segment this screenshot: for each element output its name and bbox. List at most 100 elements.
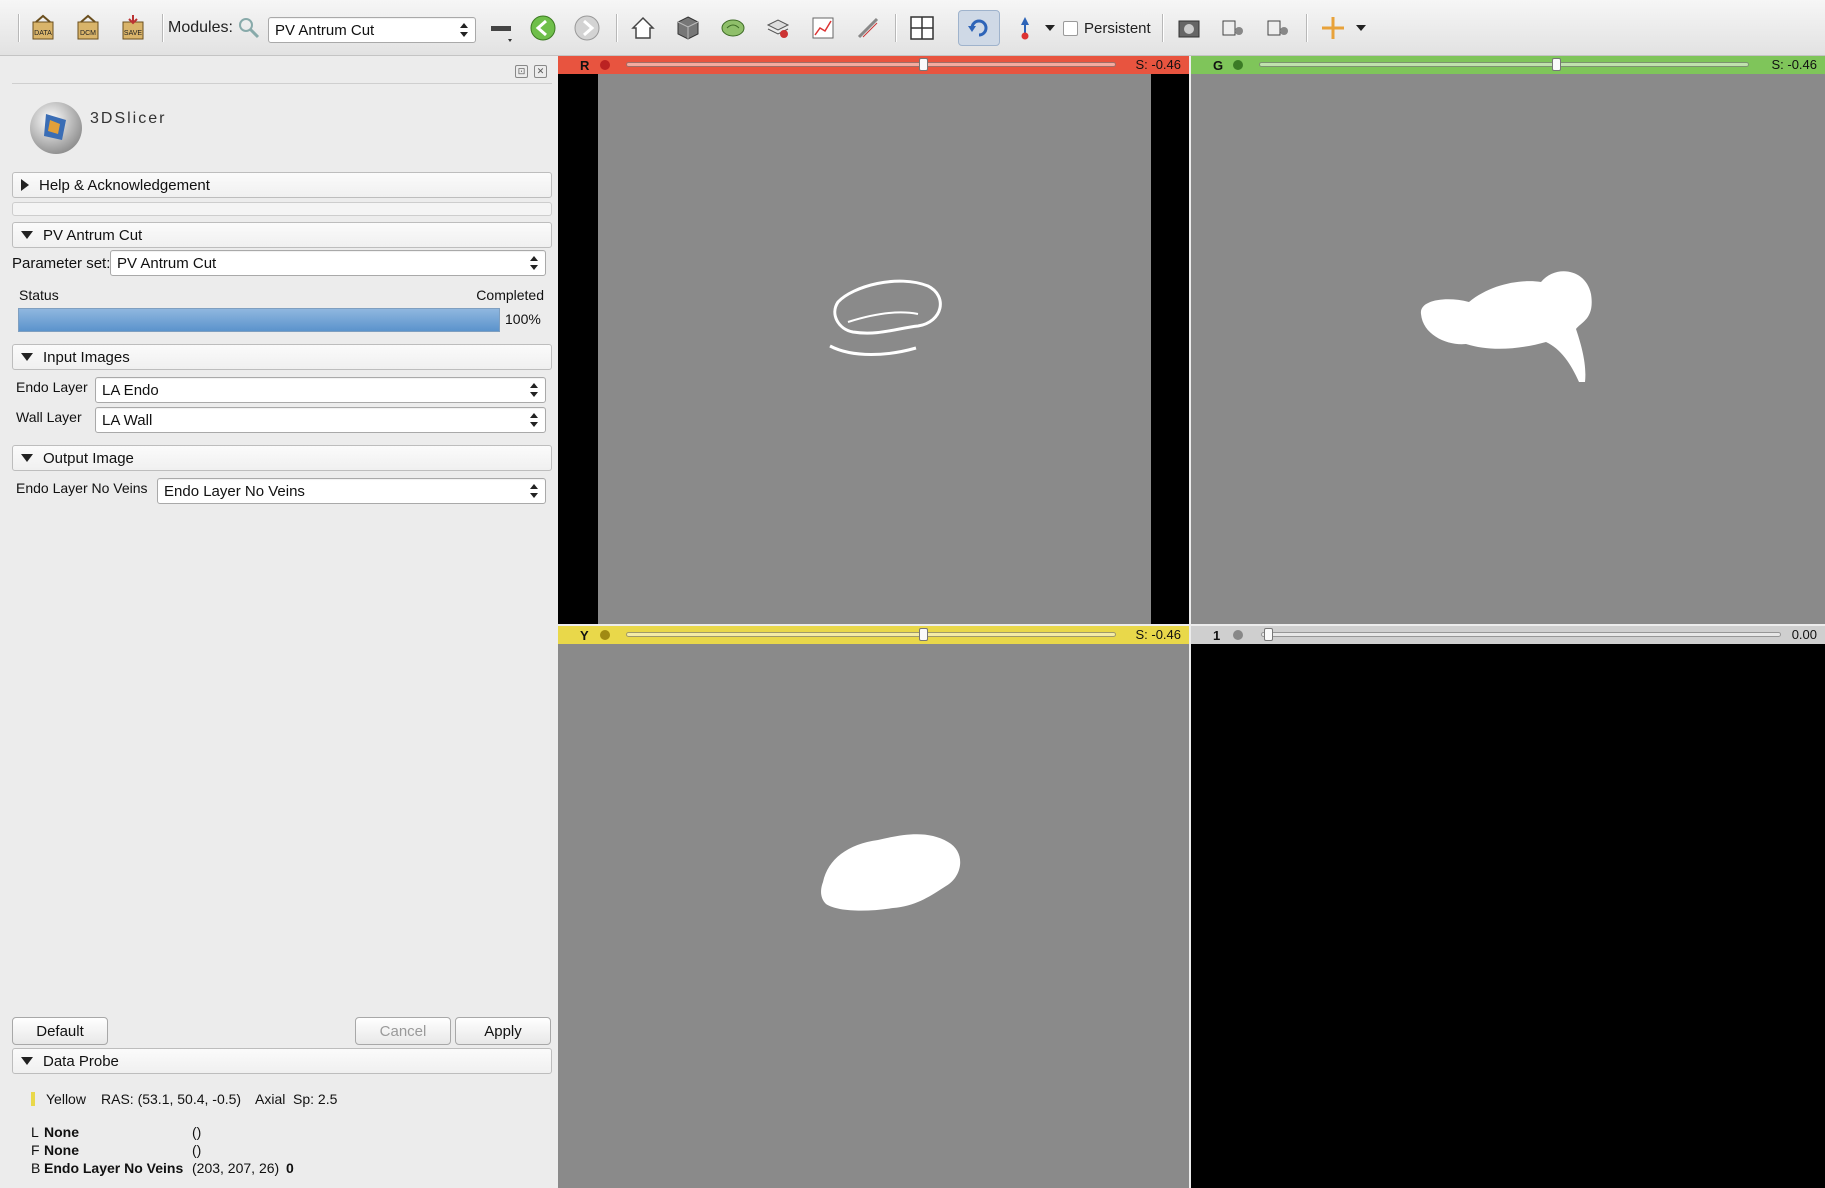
editor-module-button[interactable] bbox=[806, 10, 840, 46]
search-icon bbox=[239, 18, 260, 39]
persistent-label: Persistent bbox=[1084, 19, 1151, 37]
output-image-section-header[interactable]: Output Image bbox=[12, 445, 552, 471]
module-section-header[interactable]: PV Antrum Cut bbox=[12, 222, 552, 248]
mouse-mode-dropdown[interactable] bbox=[1043, 10, 1057, 46]
brain-icon bbox=[721, 19, 745, 37]
slider-handle[interactable] bbox=[1552, 58, 1561, 71]
green-slice-view[interactable]: G S: -0.46 bbox=[1191, 56, 1825, 624]
volumes-module-button[interactable] bbox=[716, 10, 750, 46]
red-slice-image[interactable] bbox=[598, 74, 1151, 624]
crosshair-button[interactable] bbox=[1316, 10, 1350, 46]
probe-row-key: B bbox=[31, 1160, 41, 1176]
help-section-header[interactable]: Help & Acknowledgement bbox=[12, 172, 552, 198]
next-module-button[interactable] bbox=[570, 10, 604, 46]
status-value: Completed bbox=[476, 287, 544, 303]
previous-module-button[interactable] bbox=[526, 10, 560, 46]
scene-view-menu-button[interactable] bbox=[1261, 10, 1295, 46]
dicom-icon: DCM bbox=[77, 14, 99, 40]
toolbar-separator bbox=[162, 14, 164, 42]
yellow-view-controller[interactable]: Y S: -0.46 bbox=[558, 626, 1189, 644]
pin-icon[interactable] bbox=[600, 630, 610, 640]
progress-text: 100% bbox=[505, 311, 541, 327]
yellow-segmentation-mask bbox=[821, 834, 961, 911]
output-layer-label: Endo Layer No Veins bbox=[16, 480, 148, 496]
pin-icon[interactable] bbox=[600, 60, 610, 70]
crosshair-dropdown[interactable] bbox=[1354, 10, 1368, 46]
dicom-button[interactable]: DCM bbox=[71, 10, 105, 46]
load-data-icon: DATA bbox=[32, 14, 54, 40]
layout-button[interactable] bbox=[905, 10, 939, 46]
annotations-module-button[interactable] bbox=[851, 10, 885, 46]
parameter-set-selector[interactable]: PV Antrum Cut bbox=[110, 250, 546, 276]
3d-slider[interactable] bbox=[1261, 628, 1781, 641]
cancel-button[interactable]: Cancel bbox=[355, 1017, 451, 1045]
float-icon[interactable]: ⊡ bbox=[515, 65, 528, 78]
module-history-button[interactable] bbox=[484, 10, 518, 46]
panel-search-bar[interactable]: ⊡ ✕ bbox=[12, 58, 552, 84]
red-slice-view[interactable]: R S: -0.46 bbox=[558, 56, 1189, 624]
red-view-letter: R bbox=[580, 57, 590, 73]
module-panel: ⊡ ✕ 3DSlicer Help & Acknowledgement PV A… bbox=[0, 56, 556, 1188]
green-view-controller[interactable]: G S: -0.46 bbox=[1191, 56, 1825, 74]
updown-arrows-icon bbox=[530, 413, 538, 427]
models-module-button[interactable] bbox=[761, 10, 795, 46]
updown-arrows-icon bbox=[530, 256, 538, 270]
progress-fill bbox=[19, 309, 499, 331]
module-selector-value: PV Antrum Cut bbox=[275, 21, 375, 39]
probe-row-name: None bbox=[44, 1142, 79, 1158]
save-button[interactable]: SAVE bbox=[116, 10, 150, 46]
3d-view[interactable]: 1 0.00 bbox=[1191, 626, 1825, 1188]
logo-text: 3DSlicer bbox=[90, 110, 167, 127]
crosshair-link-button[interactable] bbox=[958, 10, 1000, 46]
module-search-button[interactable] bbox=[232, 10, 266, 46]
slicer-logo bbox=[26, 96, 88, 158]
probe-row-name: Endo Layer No Veins bbox=[44, 1160, 184, 1176]
scene-icon bbox=[1222, 20, 1243, 36]
updown-arrows-icon bbox=[530, 383, 538, 397]
pin-icon[interactable] bbox=[1233, 630, 1243, 640]
mouse-mode-button[interactable] bbox=[1008, 10, 1042, 46]
module-selector[interactable]: PV Antrum Cut bbox=[268, 17, 476, 43]
red-offset-slider[interactable] bbox=[626, 58, 1116, 71]
input-images-section-header[interactable]: Input Images bbox=[12, 344, 552, 370]
green-slice-image[interactable] bbox=[1191, 74, 1825, 624]
yellow-offset-value: S: -0.46 bbox=[1135, 627, 1181, 642]
output-layer-selector[interactable]: Endo Layer No Veins bbox=[157, 478, 546, 504]
data-probe-section-header[interactable]: Data Probe bbox=[12, 1048, 552, 1074]
endo-layer-selector[interactable]: LA Endo bbox=[95, 377, 546, 403]
svg-text:DATA: DATA bbox=[34, 30, 52, 37]
home-button[interactable] bbox=[626, 10, 660, 46]
probe-row-value: () bbox=[192, 1142, 202, 1158]
load-data-button[interactable]: DATA bbox=[26, 10, 60, 46]
status-label: Status bbox=[19, 287, 59, 303]
close-icon[interactable]: ✕ bbox=[534, 65, 547, 78]
checkbox-box[interactable] bbox=[1063, 20, 1078, 36]
scene-view-button[interactable] bbox=[1216, 10, 1250, 46]
green-offset-slider[interactable] bbox=[1259, 58, 1749, 71]
slider-handle[interactable] bbox=[1264, 628, 1273, 641]
slider-handle[interactable] bbox=[919, 628, 928, 641]
expanded-arrow-icon bbox=[21, 231, 33, 239]
default-button[interactable]: Default bbox=[12, 1017, 108, 1045]
screenshot-button[interactable] bbox=[1172, 10, 1206, 46]
ruler-icon bbox=[857, 17, 879, 39]
wall-layer-selector[interactable]: LA Wall bbox=[95, 407, 546, 433]
chart-icon bbox=[812, 17, 834, 39]
red-view-controller[interactable]: R S: -0.46 bbox=[558, 56, 1189, 74]
slider-handle[interactable] bbox=[919, 58, 928, 71]
data-module-button[interactable] bbox=[671, 10, 705, 46]
3d-view-controller[interactable]: 1 0.00 bbox=[1191, 626, 1825, 644]
persistent-checkbox[interactable] bbox=[1063, 10, 1078, 46]
updown-arrows-icon bbox=[530, 484, 538, 498]
yellow-slice-image[interactable] bbox=[558, 644, 1189, 1188]
toolbar-separator bbox=[895, 14, 897, 42]
yellow-slice-view[interactable]: Y S: -0.46 bbox=[558, 626, 1189, 1188]
place-fiducial-icon bbox=[1021, 17, 1029, 40]
yellow-offset-slider[interactable] bbox=[626, 628, 1116, 641]
main-toolbar: DATA DCM SAVE Modules: PV Antrum Cut Per… bbox=[0, 0, 1825, 56]
expanded-arrow-icon bbox=[21, 454, 33, 462]
apply-button[interactable]: Apply bbox=[455, 1017, 551, 1045]
wall-layer-label: Wall Layer bbox=[16, 409, 82, 425]
toolbar-separator bbox=[1162, 14, 1164, 42]
pin-icon[interactable] bbox=[1233, 60, 1243, 70]
